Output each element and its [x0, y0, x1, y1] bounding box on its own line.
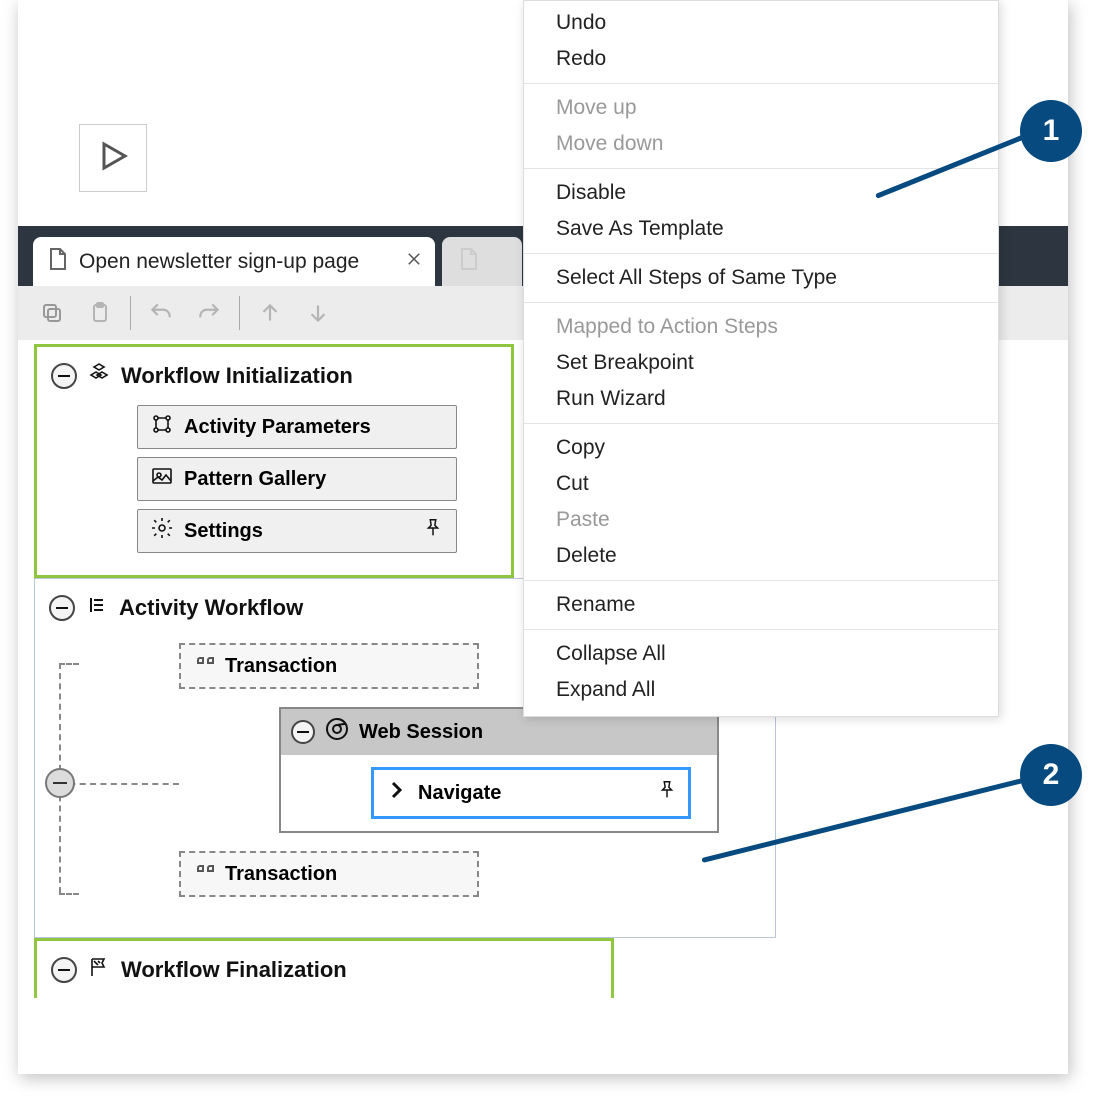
- node-pattern-gallery[interactable]: Pattern Gallery: [137, 457, 457, 501]
- move-up-button[interactable]: [246, 289, 294, 337]
- menu-rename[interactable]: Rename: [524, 587, 998, 623]
- pin-icon[interactable]: [656, 779, 678, 807]
- callout-badge-1: 1: [1020, 100, 1082, 162]
- menu-move-up: Move up: [524, 90, 998, 126]
- menu-move-down: Move down: [524, 126, 998, 162]
- chevron-right-icon: [384, 778, 408, 808]
- group-children: Activity Parameters Pattern Gallery Sett…: [51, 405, 497, 553]
- menu-separator: [524, 302, 998, 303]
- collapse-icon[interactable]: [45, 768, 75, 798]
- menu-paste: Paste: [524, 502, 998, 538]
- quote-icon: [193, 859, 217, 889]
- group-workflow-initialization: Workflow Initialization Activity Paramet…: [34, 344, 514, 578]
- menu-separator: [524, 168, 998, 169]
- redo-button[interactable]: [185, 289, 233, 337]
- move-down-button[interactable]: [294, 289, 342, 337]
- node-settings[interactable]: Settings: [137, 509, 457, 553]
- group-title: Workflow Initialization: [121, 363, 353, 389]
- node-label: Web Session: [359, 721, 483, 744]
- connector-horizontal: [59, 893, 79, 895]
- list-icon: [85, 593, 109, 623]
- chrome-icon: [325, 717, 349, 747]
- pin-icon[interactable]: [422, 517, 444, 545]
- node-label: Settings: [184, 520, 263, 543]
- group-header[interactable]: Workflow Finalization: [51, 955, 597, 985]
- collapse-icon[interactable]: [51, 363, 77, 389]
- menu-delete[interactable]: Delete: [524, 538, 998, 574]
- callout-number: 2: [1043, 758, 1060, 792]
- node-transaction[interactable]: Transaction: [179, 851, 479, 897]
- copy-button[interactable]: [28, 289, 76, 337]
- tab-active[interactable]: Open newsletter sign-up page: [33, 237, 435, 286]
- group-title: Workflow Finalization: [121, 957, 347, 983]
- menu-separator: [524, 423, 998, 424]
- callout-number: 1: [1043, 114, 1060, 148]
- node-label: Navigate: [418, 782, 501, 805]
- node-transaction[interactable]: Transaction: [179, 643, 479, 689]
- paste-button[interactable]: [76, 289, 124, 337]
- node-label: Transaction: [225, 655, 337, 678]
- menu-run-wizard[interactable]: Run Wizard: [524, 381, 998, 417]
- menu-copy[interactable]: Copy: [524, 430, 998, 466]
- tab-title: Open newsletter sign-up page: [79, 250, 359, 274]
- collapse-icon[interactable]: [49, 595, 75, 621]
- file-icon: [45, 247, 69, 277]
- node-label: Pattern Gallery: [184, 468, 326, 491]
- menu-expand-all[interactable]: Expand All: [524, 672, 998, 708]
- close-icon[interactable]: [405, 250, 423, 274]
- undo-button[interactable]: [137, 289, 185, 337]
- collapse-icon[interactable]: [51, 957, 77, 983]
- menu-separator: [524, 253, 998, 254]
- node-web-session[interactable]: Web Session Navigate: [279, 707, 719, 833]
- editor-panel: Open newsletter sign-up page Work: [18, 0, 1068, 1074]
- node-label: Activity Parameters: [184, 416, 371, 439]
- toolbar-separator: [239, 296, 240, 330]
- play-button[interactable]: [79, 124, 147, 192]
- menu-cut[interactable]: Cut: [524, 466, 998, 502]
- gear-icon: [150, 516, 174, 546]
- menu-mapped-action-steps: Mapped to Action Steps: [524, 309, 998, 345]
- group-title: Activity Workflow: [119, 595, 303, 621]
- menu-save-template[interactable]: Save As Template: [524, 211, 998, 247]
- node-label: Transaction: [225, 863, 337, 886]
- connector-horizontal: [59, 663, 79, 665]
- menu-separator: [524, 580, 998, 581]
- cubes-icon: [87, 361, 111, 391]
- connector-horizontal: [59, 783, 179, 785]
- node-navigate[interactable]: Navigate: [371, 767, 691, 819]
- collapse-icon[interactable]: [291, 720, 315, 744]
- node-activity-parameters[interactable]: Activity Parameters: [137, 405, 457, 449]
- menu-collapse-all[interactable]: Collapse All: [524, 636, 998, 672]
- quote-icon: [193, 651, 217, 681]
- parameters-icon: [150, 412, 174, 442]
- file-icon: [456, 247, 480, 277]
- tab-inactive[interactable]: [442, 237, 522, 286]
- menu-separator: [524, 629, 998, 630]
- context-menu: Undo Redo Move up Move down Disable Save…: [523, 0, 999, 717]
- play-icon: [95, 138, 131, 179]
- group-header[interactable]: Workflow Initialization: [51, 361, 497, 391]
- group-workflow-finalization: Workflow Finalization: [34, 938, 614, 998]
- toolbar-separator: [130, 296, 131, 330]
- menu-select-same-type[interactable]: Select All Steps of Same Type: [524, 260, 998, 296]
- menu-redo[interactable]: Redo: [524, 41, 998, 77]
- menu-set-breakpoint[interactable]: Set Breakpoint: [524, 345, 998, 381]
- menu-disable[interactable]: Disable: [524, 175, 998, 211]
- menu-undo[interactable]: Undo: [524, 5, 998, 41]
- callout-badge-2: 2: [1020, 744, 1082, 806]
- menu-separator: [524, 83, 998, 84]
- flag-icon: [87, 955, 111, 985]
- gallery-icon: [150, 464, 174, 494]
